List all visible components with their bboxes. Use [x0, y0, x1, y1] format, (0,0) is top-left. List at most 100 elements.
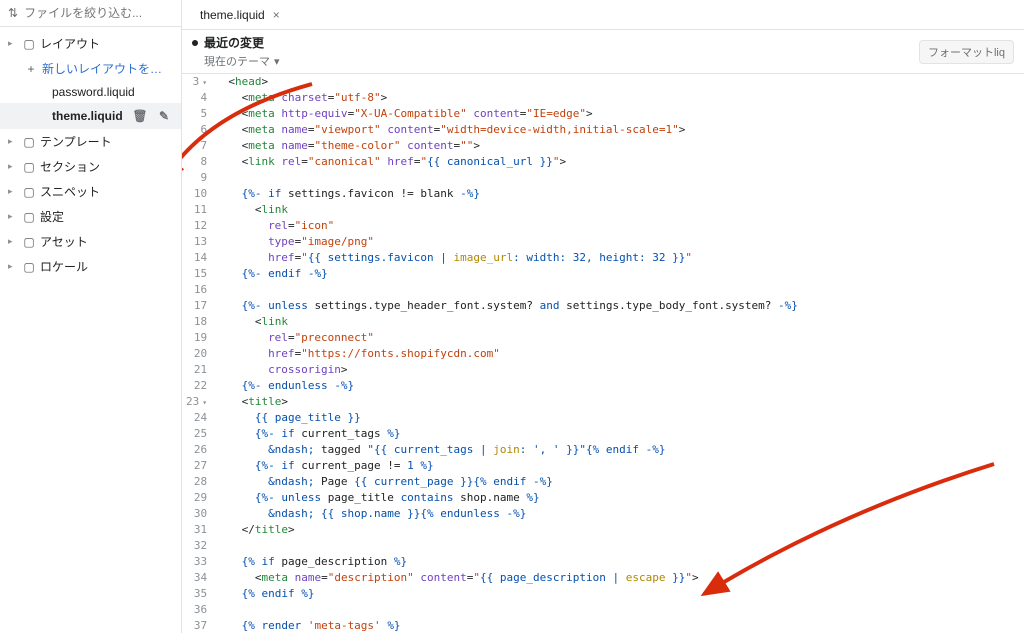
code-line[interactable]: {% render 'meta-tags' %} — [215, 618, 1014, 633]
line-number: 28 — [186, 474, 207, 490]
sidebar-item-----[interactable]: ▸▢アセット — [0, 229, 181, 254]
sidebar-item-------[interactable]: ▸▢テンプレート — [0, 129, 181, 154]
sidebar-item------[interactable]: ▸▢スニペット — [0, 179, 181, 204]
code-line[interactable] — [215, 602, 1014, 618]
folder-icon: ▢ — [22, 160, 36, 174]
sidebar-item--------------[interactable]: + 新しいレイアウトを追加する — [0, 56, 181, 81]
code-line[interactable]: <link — [215, 202, 1014, 218]
code-line[interactable]: <meta name="theme-color" content=""> — [215, 138, 1014, 154]
chevron-right-icon: ▸ — [8, 236, 18, 247]
code-line[interactable]: type="image/png" — [215, 234, 1014, 250]
code-line[interactable]: {%- if settings.favicon != blank -%} — [215, 186, 1014, 202]
format-button[interactable]: フォーマットliq — [919, 40, 1014, 64]
code-line[interactable]: <meta name="description" content="{{ pag… — [215, 570, 1014, 586]
code-line[interactable]: <title> — [215, 394, 1014, 410]
line-number: 34 — [186, 570, 207, 586]
code-line[interactable]: <link — [215, 314, 1014, 330]
code-line[interactable]: href="https://fonts.shopifycdn.com" — [215, 346, 1014, 362]
folder-icon: ▢ — [22, 135, 36, 149]
sidebar-item-password-liquid[interactable]: password.liquid — [0, 81, 181, 103]
line-number: 5 — [186, 106, 207, 122]
code-line[interactable] — [215, 282, 1014, 298]
line-number: 9 — [186, 170, 207, 186]
code-line[interactable]: <meta http-equiv="X-UA-Compatible" conte… — [215, 106, 1014, 122]
sidebar-item-label: 設定 — [40, 208, 173, 225]
line-number: 23 — [186, 394, 207, 410]
line-number: 6 — [186, 122, 207, 138]
folder-icon: ▢ — [22, 210, 36, 224]
dot-icon — [192, 40, 198, 46]
line-number: 24 — [186, 410, 207, 426]
plus-icon: + — [24, 62, 38, 76]
code-line[interactable]: {%- unless settings.type_header_font.sys… — [215, 298, 1014, 314]
line-number: 29 — [186, 490, 207, 506]
sidebar-item------[interactable]: ▸▢セクション — [0, 154, 181, 179]
line-number: 21 — [186, 362, 207, 378]
line-number: 8 — [186, 154, 207, 170]
close-icon[interactable]: × — [273, 8, 280, 22]
editor-tabs: theme.liquid × — [182, 0, 1024, 30]
code-line[interactable]: crossorigin> — [215, 362, 1014, 378]
code-line[interactable]: {%- unless page_title contains shop.name… — [215, 490, 1014, 506]
code-line[interactable]: {% endif %} — [215, 586, 1014, 602]
sidebar-item---[interactable]: ▸ ▢ 設定 — [0, 204, 181, 229]
code-line[interactable] — [215, 170, 1014, 186]
sidebar-item-label: アセット — [40, 233, 173, 250]
line-number: 27 — [186, 458, 207, 474]
line-number: 13 — [186, 234, 207, 250]
edit-icon[interactable]: ✎ — [155, 107, 173, 125]
line-number: 35 — [186, 586, 207, 602]
file-sidebar: ⇅ ▸▢レイアウト+新しいレイアウトを追加するpassword.liquidth… — [0, 0, 182, 633]
code-line[interactable]: <meta name="viewport" content="width=dev… — [215, 122, 1014, 138]
sidebar-item------[interactable]: ▸▢レイアウト — [0, 31, 181, 56]
code-line[interactable]: {%- if current_tags %} — [215, 426, 1014, 442]
line-number: 31 — [186, 522, 207, 538]
code-line[interactable]: {%- endif -%} — [215, 266, 1014, 282]
line-number: 33 — [186, 554, 207, 570]
code-line[interactable]: <link rel="canonical" href="{{ canonical… — [215, 154, 1014, 170]
code-line[interactable]: {{ page_title }} — [215, 410, 1014, 426]
code-line[interactable] — [215, 538, 1014, 554]
line-number: 12 — [186, 218, 207, 234]
sidebar-item-label: ロケール — [40, 258, 173, 275]
line-gutter: 3456789101112131415161718192021222324252… — [182, 74, 215, 633]
code-line[interactable]: {%- if current_page != 1 %} — [215, 458, 1014, 474]
sidebar-item-----[interactable]: ▸▢ロケール — [0, 254, 181, 279]
code-line[interactable]: &ndash; tagged "{{ current_tags | join: … — [215, 442, 1014, 458]
code-line[interactable]: &ndash; {{ shop.name }}{% endunless -%} — [215, 506, 1014, 522]
line-number: 11 — [186, 202, 207, 218]
chevron-right-icon: ▸ — [8, 161, 18, 172]
code-content[interactable]: <head> <meta charset="utf-8"> <meta http… — [215, 74, 1024, 633]
line-number: 10 — [186, 186, 207, 202]
file-tree: ▸▢レイアウト+新しいレイアウトを追加するpassword.liquidthem… — [0, 27, 181, 633]
line-number: 26 — [186, 442, 207, 458]
code-line[interactable]: rel="preconnect" — [215, 330, 1014, 346]
chevron-right-icon: ▸ — [8, 211, 18, 222]
code-line[interactable]: <head> — [215, 74, 1014, 90]
recent-changes-title: 最近の変更 — [192, 34, 280, 51]
sidebar-item-label: レイアウト — [40, 35, 173, 52]
delete-icon[interactable]: 🗑 — [131, 107, 149, 125]
folder-icon: ▢ — [22, 37, 36, 51]
line-number: 14 — [186, 250, 207, 266]
tab-label: theme.liquid — [200, 8, 265, 22]
chevron-right-icon: ▸ — [8, 186, 18, 197]
code-line[interactable]: &ndash; Page {{ current_page }}{% endif … — [215, 474, 1014, 490]
code-line[interactable]: </title> — [215, 522, 1014, 538]
filter-input[interactable] — [24, 6, 179, 20]
theme-select[interactable]: 現在のテーマ ▾ — [192, 53, 280, 69]
sidebar-item-theme-liquid[interactable]: theme.liquid🗑✎ — [0, 103, 181, 129]
code-line[interactable]: <meta charset="utf-8"> — [215, 90, 1014, 106]
tab-theme-liquid[interactable]: theme.liquid × — [190, 0, 290, 29]
code-line[interactable]: rel="icon" — [215, 218, 1014, 234]
line-number: 20 — [186, 346, 207, 362]
line-number: 22 — [186, 378, 207, 394]
line-number: 32 — [186, 538, 207, 554]
code-line[interactable]: {% if page_description %} — [215, 554, 1014, 570]
line-number: 15 — [186, 266, 207, 282]
sidebar-item-label: 新しいレイアウトを追加する — [42, 60, 173, 77]
code-line[interactable]: {%- endunless -%} — [215, 378, 1014, 394]
code-editor[interactable]: 3456789101112131415161718192021222324252… — [182, 74, 1024, 633]
line-number: 30 — [186, 506, 207, 522]
code-line[interactable]: href="{{ settings.favicon | image_url: w… — [215, 250, 1014, 266]
